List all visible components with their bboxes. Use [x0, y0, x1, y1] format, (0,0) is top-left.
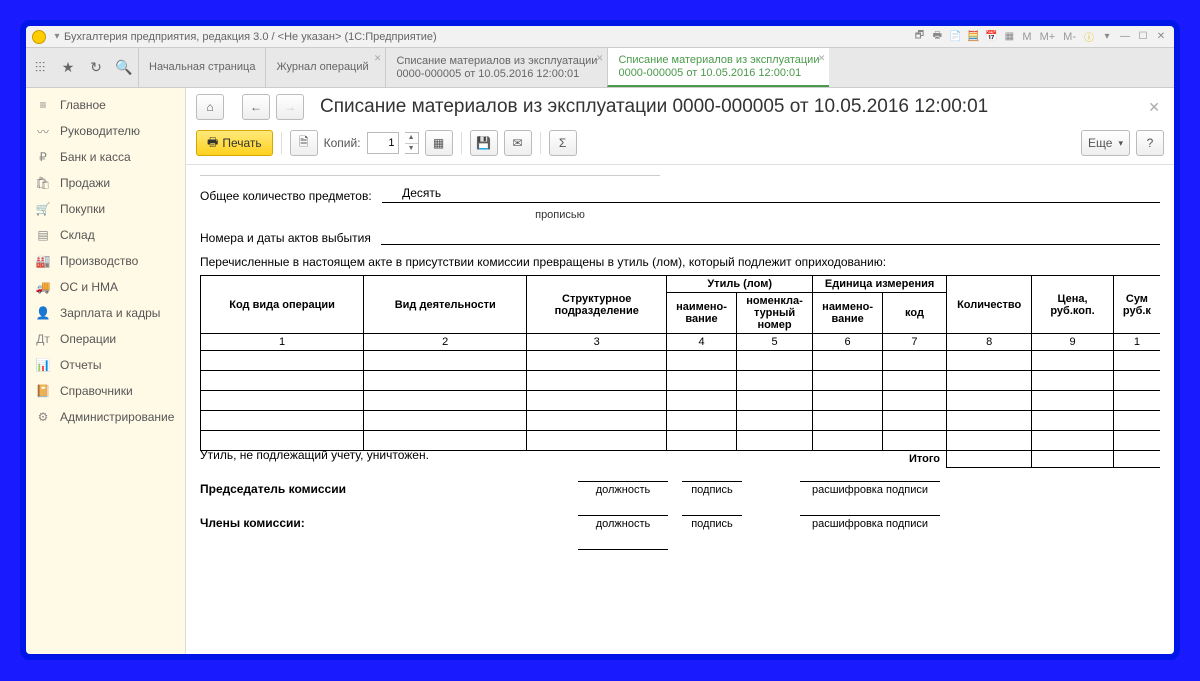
grid-icon[interactable]: ▦: [1002, 30, 1016, 44]
sidebar-item-production[interactable]: 🏭Производство: [26, 248, 185, 274]
sidebar-item-warehouse[interactable]: ▤Склад: [26, 222, 185, 248]
home-button[interactable]: ⌂: [196, 94, 224, 120]
more-button[interactable]: Еще▾: [1081, 130, 1130, 156]
help-button[interactable]: ?: [1136, 130, 1164, 156]
members-label: Члены комиссии:: [200, 516, 380, 530]
table-row: [201, 391, 1161, 411]
toolbar: 🖶Печать 🗎 Копий: ▲▼ ▦ 💾 ✉ Σ Еще▾ ?: [186, 126, 1174, 165]
document-area[interactable]: Общее количество предметов: Десять пропи…: [186, 165, 1174, 654]
bag-icon: 🛍: [36, 176, 50, 190]
factory-icon: 🏭: [36, 254, 50, 268]
close-page-icon[interactable]: ✕: [1144, 99, 1164, 116]
window-title: Бухгалтерия предприятия, редакция 3.0 / …: [64, 31, 437, 43]
apps-icon[interactable]: ⫶⫶⫶: [26, 48, 54, 87]
print-icon[interactable]: 🖶: [930, 30, 944, 44]
total-items-sub: прописью: [520, 209, 600, 221]
sidebar-item-sales[interactable]: 🛍Продажи: [26, 170, 185, 196]
minimize-icon[interactable]: —: [1118, 30, 1132, 44]
tabbar: ⫶⫶⫶ ★ ↻ 🔍 Начальная страница Журнал опер…: [26, 48, 1174, 88]
back-button[interactable]: ←: [242, 94, 270, 120]
truck-icon: 🚚: [36, 280, 50, 294]
memory-mplus[interactable]: M+: [1038, 31, 1058, 43]
colnum-row: 1234567891: [201, 334, 1161, 351]
app-icon: [32, 30, 46, 44]
content: ⌂ ← → Списание материалов из эксплуатаци…: [186, 88, 1174, 654]
destroyed-text: Утиль, не подлежащий учету, уничтожен.: [200, 448, 1160, 462]
copies-input[interactable]: [367, 132, 399, 154]
person-icon: 👤: [36, 306, 50, 320]
sidebar: ≡Главное 〰Руководителю ₽Банк и касса 🛍Пр…: [26, 88, 186, 654]
table-row: [201, 351, 1161, 371]
history-icon[interactable]: ↻: [82, 48, 110, 87]
table-row: [201, 371, 1161, 391]
sidebar-item-reports[interactable]: 📊Отчеты: [26, 352, 185, 378]
total-items-value: Десять: [382, 186, 462, 203]
sidebar-item-admin[interactable]: ⚙Администрирование: [26, 404, 185, 430]
sum-button[interactable]: Σ: [549, 130, 577, 156]
tab-doc[interactable]: Списание материалов из эксплуатации 0000…: [385, 48, 607, 87]
menu-icon: ≡: [36, 98, 50, 112]
favorite-icon[interactable]: ★: [54, 48, 82, 87]
sidebar-item-purchases[interactable]: 🛒Покупки: [26, 196, 185, 222]
sidebar-item-manager[interactable]: 〰Руководителю: [26, 118, 185, 144]
copies-stepper[interactable]: ▲▼: [405, 132, 419, 154]
close-window-icon[interactable]: ✕: [1154, 30, 1168, 44]
report-table: Код вида операции Вид деятельности Струк…: [200, 275, 1160, 468]
gear-icon: ⚙: [36, 410, 50, 424]
doc-icon[interactable]: 📄: [948, 30, 962, 44]
tab-doc-active[interactable]: Списание материалов из эксплуатации 0000…: [607, 48, 829, 87]
page-title: Списание материалов из эксплуатации 0000…: [320, 96, 1138, 118]
dt-icon: Дт: [36, 332, 50, 346]
dropdown-icon[interactable]: ▾: [50, 30, 64, 44]
sidebar-item-assets[interactable]: 🚚ОС и НМА: [26, 274, 185, 300]
save-button[interactable]: 💾: [470, 130, 498, 156]
cart-icon: 🛒: [36, 202, 50, 216]
table-row: [201, 411, 1161, 431]
maximize-icon[interactable]: ☐: [1136, 30, 1150, 44]
info-icon[interactable]: ⓘ: [1082, 30, 1096, 44]
box-icon: ▤: [36, 228, 50, 242]
calc-icon[interactable]: 🧮: [966, 30, 980, 44]
tab-journal[interactable]: Журнал операций ✕: [265, 48, 385, 87]
calendar-icon[interactable]: 📅: [984, 30, 998, 44]
search-icon[interactable]: 🔍: [110, 48, 138, 87]
print-button[interactable]: 🖶Печать: [196, 130, 273, 156]
memory-mminus[interactable]: M-: [1061, 31, 1078, 43]
sidebar-item-references[interactable]: 📔Справочники: [26, 378, 185, 404]
preview-icon[interactable]: 🗗: [912, 30, 926, 44]
sidebar-item-salary[interactable]: 👤Зарплата и кадры: [26, 300, 185, 326]
preview-button[interactable]: 🗎: [290, 130, 318, 156]
statement: Перечисленные в настоящем акте в присутс…: [200, 255, 1160, 269]
copies-label: Копий:: [324, 136, 361, 150]
bars-icon: 📊: [36, 358, 50, 372]
memory-m[interactable]: M: [1020, 31, 1033, 43]
mail-button[interactable]: ✉: [504, 130, 532, 156]
app-window: ▾ Бухгалтерия предприятия, редакция 3.0 …: [20, 20, 1180, 660]
tab-close-icon[interactable]: ✕: [818, 52, 826, 65]
titlebar: ▾ Бухгалтерия предприятия, редакция 3.0 …: [26, 26, 1174, 48]
dropdown2-icon[interactable]: ▾: [1100, 30, 1114, 44]
table-button[interactable]: ▦: [425, 130, 453, 156]
tab-close-icon[interactable]: ✕: [596, 52, 604, 65]
forward-button[interactable]: →: [276, 94, 304, 120]
ruble-icon: ₽: [36, 150, 50, 164]
sidebar-item-main[interactable]: ≡Главное: [26, 92, 185, 118]
chairman-label: Председатель комиссии: [200, 482, 380, 496]
book-icon: 📔: [36, 384, 50, 398]
acts-label: Номера и даты актов выбытия: [200, 231, 371, 245]
tab-close-icon[interactable]: ✕: [374, 52, 382, 65]
total-items-label: Общее количество предметов:: [200, 189, 372, 203]
tab-home[interactable]: Начальная страница: [138, 48, 265, 87]
sidebar-item-operations[interactable]: ДтОперации: [26, 326, 185, 352]
chart-icon: 〰: [36, 124, 50, 138]
sidebar-item-bank[interactable]: ₽Банк и касса: [26, 144, 185, 170]
